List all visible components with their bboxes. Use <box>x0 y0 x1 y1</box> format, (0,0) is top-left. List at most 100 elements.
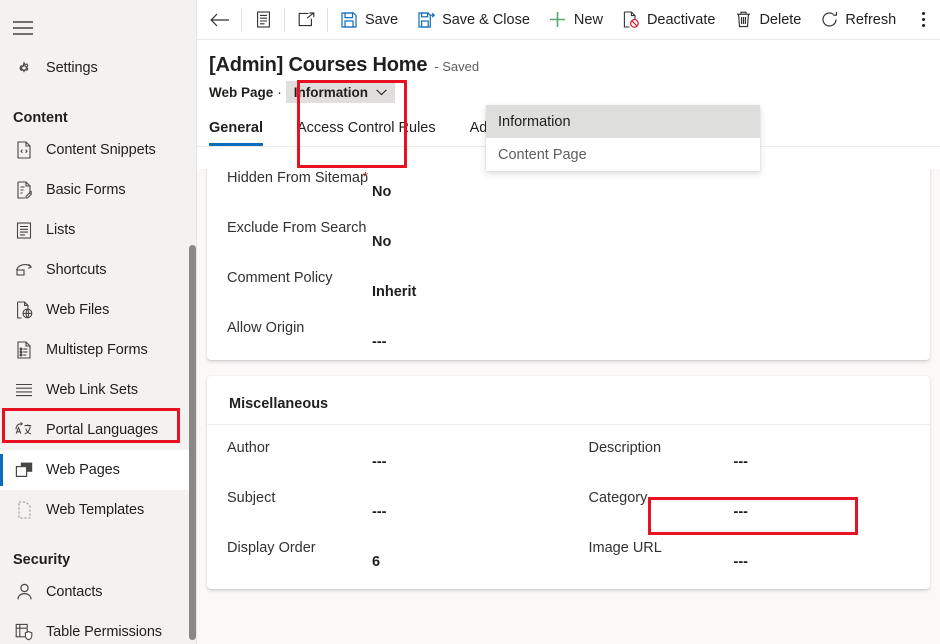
field-value: Inherit <box>372 269 416 302</box>
field-column-left: Hidden From Sitemap * No Exclude From Se… <box>207 169 569 369</box>
field-hidden-from-sitemap[interactable]: Hidden From Sitemap * No <box>207 169 569 219</box>
sidebar-scrollbar[interactable] <box>189 245 196 640</box>
main-area: Save Save & Close <box>197 0 940 644</box>
dropdown-option-information[interactable]: Information <box>486 105 760 138</box>
field-label-text: Display Order <box>227 540 316 556</box>
field-author[interactable]: Author --- <box>207 439 569 489</box>
template-icon <box>13 500 35 520</box>
sidebar-item-label: Web Link Sets <box>46 382 138 398</box>
required-indicator: * <box>363 169 368 186</box>
form-selector-dropdown[interactable]: Information Content Page <box>486 105 760 171</box>
field-value: --- <box>372 489 387 522</box>
field-image-url[interactable]: Image URL --- <box>569 539 931 589</box>
sidebar-item-label: Web Files <box>46 302 109 318</box>
sidebar-item-basic-forms[interactable]: Basic Forms <box>0 170 197 210</box>
sidebar-item-settings[interactable]: Settings <box>0 48 197 88</box>
save-button[interactable]: Save <box>330 0 407 40</box>
multistep-form-icon <box>13 340 35 360</box>
form-selector-button[interactable]: Information <box>286 81 395 103</box>
command-bar: Save Save & Close <box>197 0 940 40</box>
sidebar-item-web-templates[interactable]: Web Templates <box>0 490 197 530</box>
sidebar-item-lists[interactable]: Lists <box>0 210 197 250</box>
trash-icon <box>733 10 753 30</box>
back-button[interactable] <box>201 0 239 40</box>
more-vertical-icon <box>922 11 925 28</box>
sidebar-item-web-link-sets[interactable]: Web Link Sets <box>0 370 197 410</box>
sidebar-item-label: Portal Languages <box>46 422 158 438</box>
form-icon <box>253 10 273 30</box>
field-comment-policy[interactable]: Comment Policy Inherit <box>207 269 569 319</box>
language-icon <box>13 420 35 440</box>
shortcut-arrow-icon <box>13 260 35 280</box>
field-label: Comment Policy <box>227 269 372 288</box>
plus-icon <box>548 10 568 30</box>
dropdown-option-content-page[interactable]: Content Page <box>486 138 760 171</box>
person-icon <box>13 582 35 602</box>
sidebar-item-contacts[interactable]: Contacts <box>0 572 197 612</box>
popout-button[interactable] <box>287 0 325 40</box>
command-label: Refresh <box>845 12 896 28</box>
form-section-card-general: 1 - 10 Hidden From Sitemap * No <box>207 169 930 360</box>
field-display-order[interactable]: Display Order 6 <box>207 539 569 589</box>
field-value: --- <box>734 539 749 572</box>
command-separator <box>241 8 242 32</box>
sidebar-item-label: Web Templates <box>46 502 144 518</box>
sidebar-item-label: Web Pages <box>46 462 120 478</box>
sidebar-item-web-pages[interactable]: Web Pages <box>0 450 197 490</box>
field-label: Exclude From Search <box>227 219 372 238</box>
sidebar-item-label: Basic Forms <box>46 182 125 198</box>
refresh-icon <box>819 10 839 30</box>
hamburger-icon <box>13 21 33 35</box>
sidebar-item-label: Content Snippets <box>46 142 156 158</box>
field-value: --- <box>734 439 749 472</box>
deactivate-icon <box>621 10 641 30</box>
page-header: [Admin] Courses Home - Saved Web Page · … <box>197 40 940 103</box>
sidebar-group-title-security: Security <box>0 538 197 572</box>
form-view-button[interactable] <box>244 0 282 40</box>
code-file-icon <box>13 140 35 160</box>
field-subject[interactable]: Subject --- <box>207 489 569 539</box>
sidebar-item-portal-languages[interactable]: Portal Languages <box>0 410 197 450</box>
field-category[interactable]: Category --- <box>569 489 931 539</box>
save-and-close-button[interactable]: Save & Close <box>407 0 539 40</box>
sidebar-item-shortcuts[interactable]: Shortcuts <box>0 250 197 290</box>
deactivate-button[interactable]: Deactivate <box>612 0 725 40</box>
sidebar: Settings Content Content Snippets <box>0 0 197 644</box>
field-label-text: Comment Policy <box>227 270 333 286</box>
new-button[interactable]: New <box>539 0 612 40</box>
sidebar-item-table-permissions[interactable]: Table Permissions <box>0 612 197 644</box>
field-label: Author <box>227 439 372 458</box>
form-section-card-miscellaneous: Miscellaneous Author --- Subject <box>207 376 930 589</box>
refresh-button[interactable]: Refresh <box>810 0 905 40</box>
back-arrow-icon <box>210 10 230 30</box>
pages-icon <box>13 460 35 480</box>
field-description[interactable]: Description --- <box>569 439 931 489</box>
title-row: [Admin] Courses Home - Saved <box>209 54 940 77</box>
sidebar-item-content-snippets[interactable]: Content Snippets <box>0 130 197 170</box>
sidebar-item-multistep-forms[interactable]: Multistep Forms <box>0 330 197 370</box>
command-separator <box>284 8 285 32</box>
hamburger-menu-button[interactable] <box>0 8 48 48</box>
sidebar-item-label: Table Permissions <box>46 624 162 640</box>
command-label: Save <box>365 12 398 28</box>
open-in-new-window-icon <box>296 10 316 30</box>
field-column-left: Author --- Subject --- Displ <box>207 439 569 589</box>
form-body: 1 - 10 Hidden From Sitemap * No <box>197 169 940 644</box>
field-exclude-from-search[interactable]: Exclude From Search No <box>207 219 569 269</box>
app-root: Settings Content Content Snippets <box>0 0 940 644</box>
sidebar-item-web-files[interactable]: Web Files <box>0 290 197 330</box>
tab-access-control-rules[interactable]: Access Control Rules <box>297 120 436 146</box>
field-label-text: Hidden From Sitemap <box>227 170 368 186</box>
field-allow-origin[interactable]: Allow Origin --- <box>207 319 569 369</box>
table-shield-icon <box>13 622 35 642</box>
field-label: Subject <box>227 489 372 508</box>
field-label-text: Exclude From Search <box>227 220 366 236</box>
field-label: Category <box>589 489 734 508</box>
more-commands-button[interactable] <box>906 0 940 40</box>
tab-general[interactable]: General <box>209 120 263 146</box>
field-value: No <box>372 169 391 202</box>
command-label: Save & Close <box>442 12 530 28</box>
delete-button[interactable]: Delete <box>724 0 810 40</box>
save-icon <box>339 10 359 30</box>
subtitle-separator: · <box>277 85 282 100</box>
